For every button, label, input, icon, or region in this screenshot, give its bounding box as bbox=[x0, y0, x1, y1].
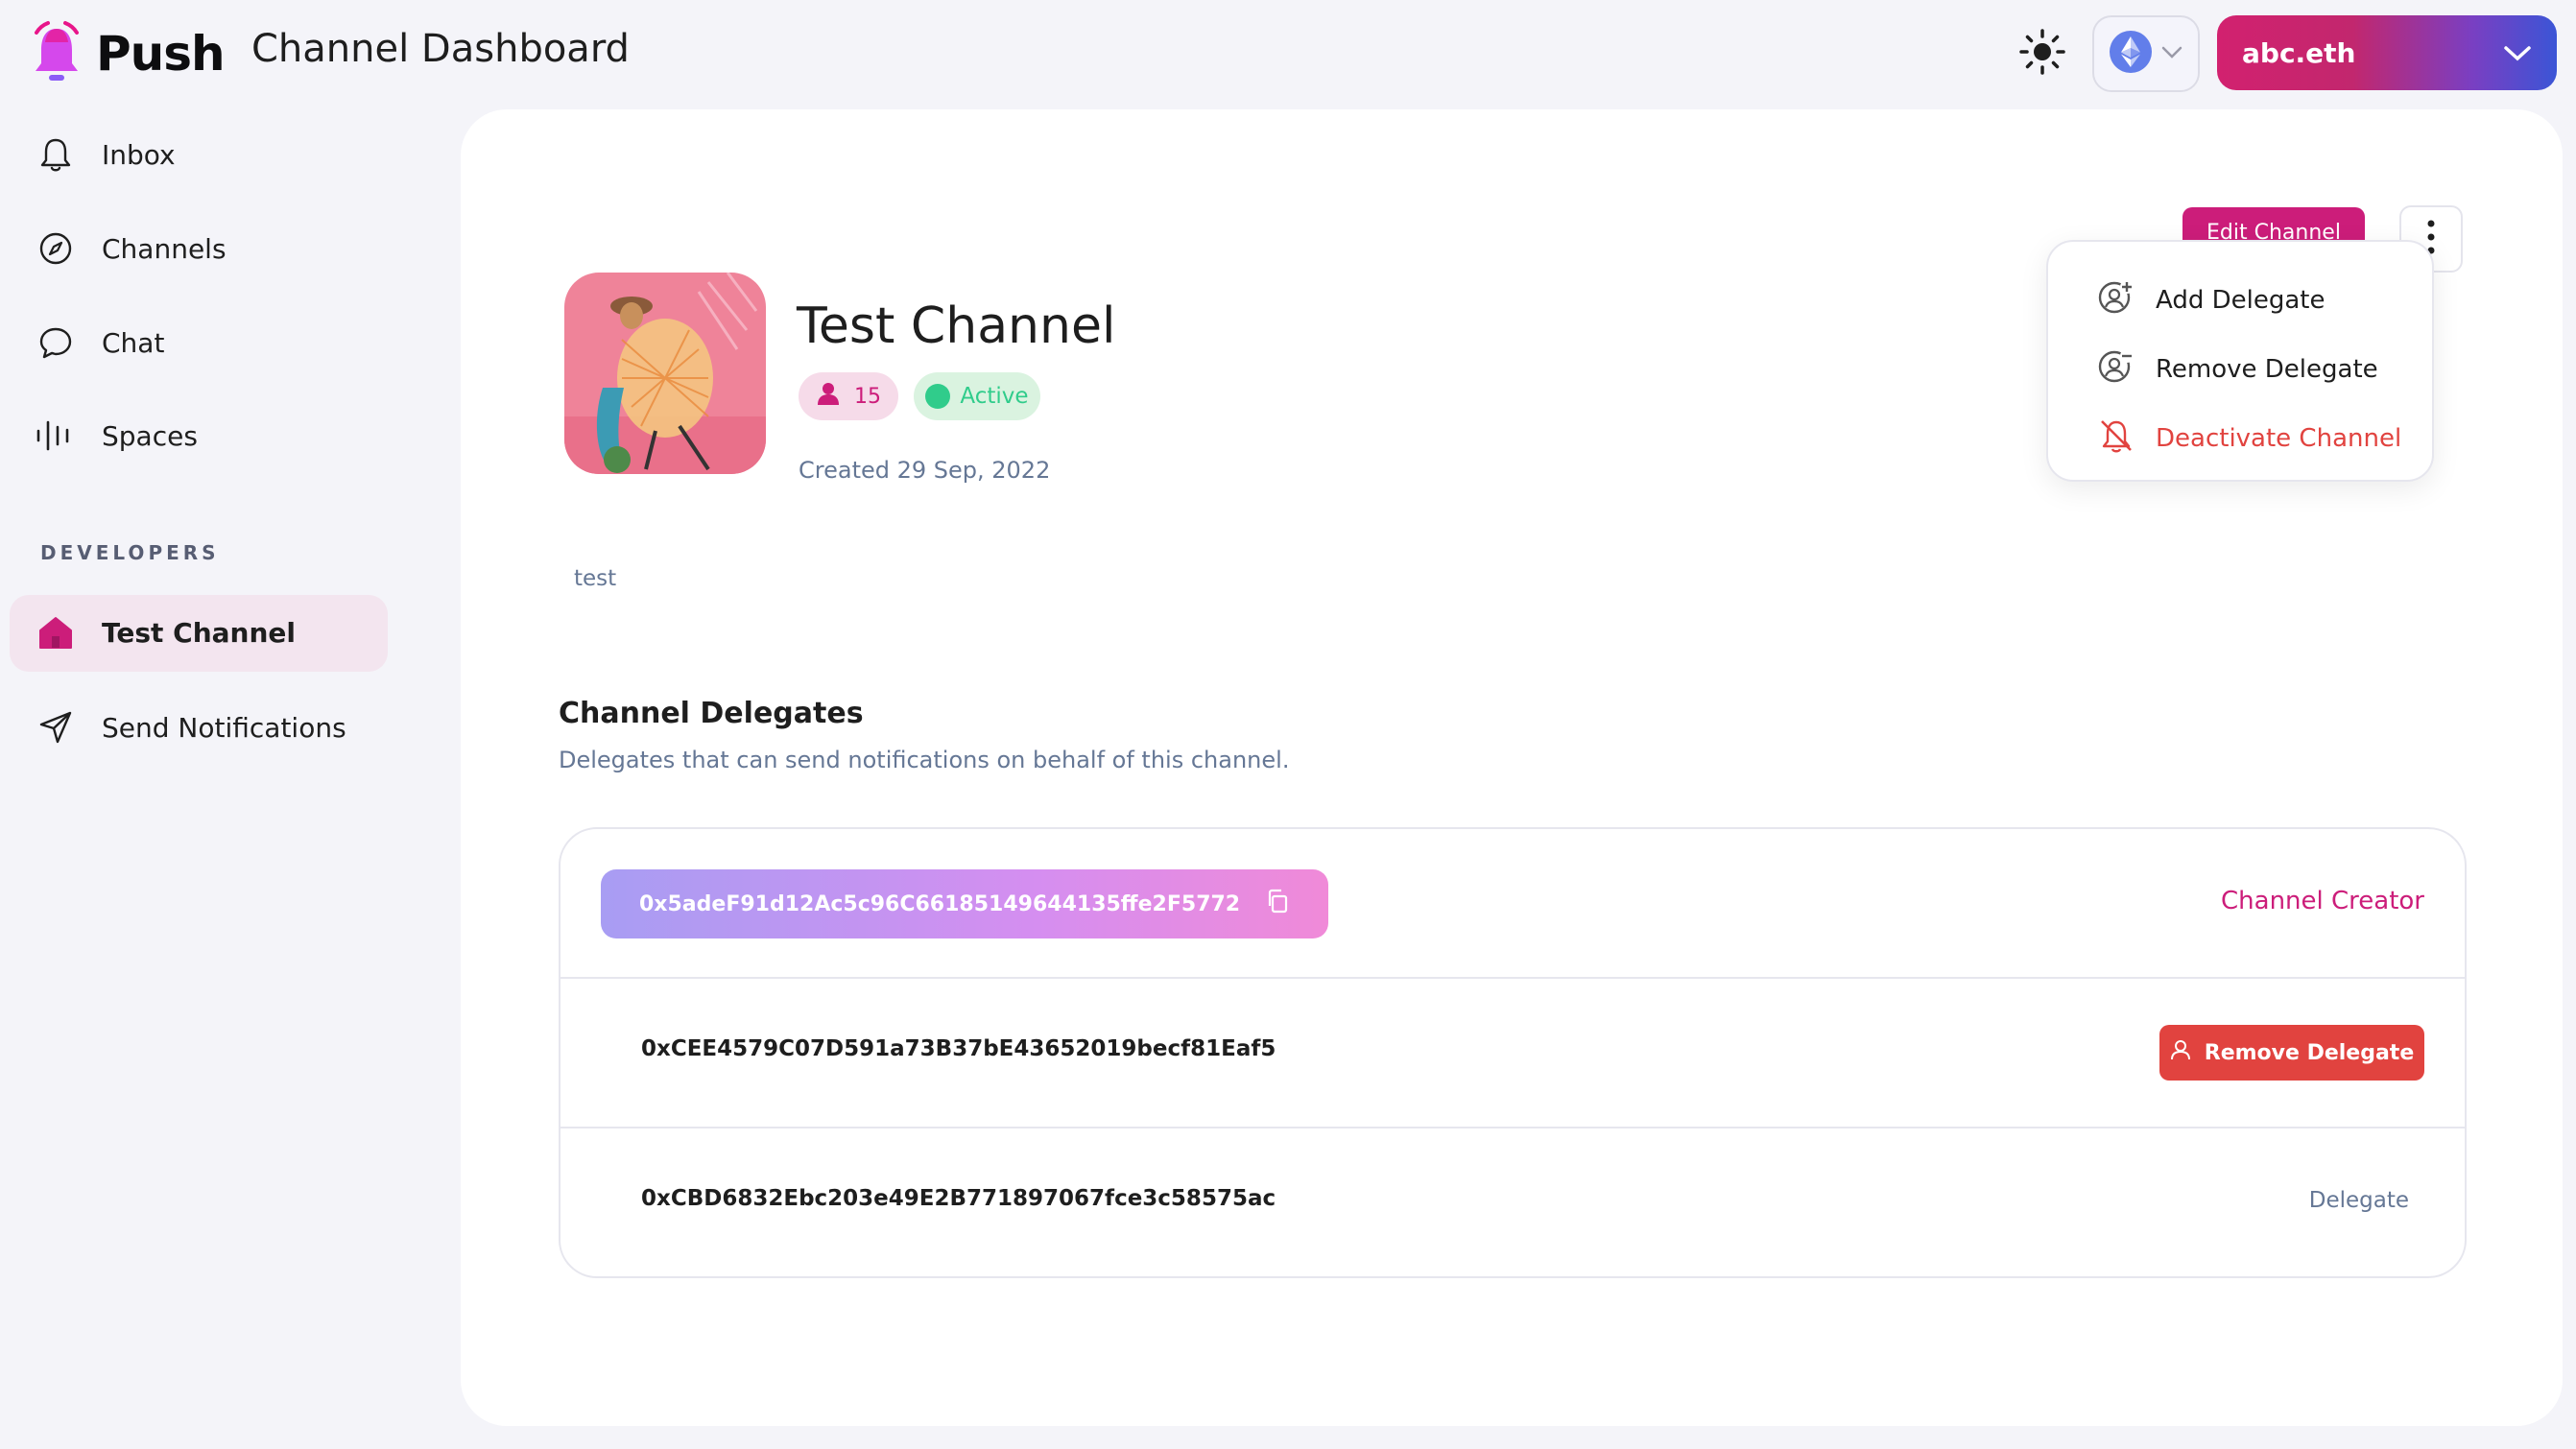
role-label: Delegate bbox=[2308, 1188, 2409, 1213]
table-row: 0xCBD6832Ebc203e49E2B771897067fce3c58575… bbox=[561, 1128, 2465, 1276]
delegates-subtitle: Delegates that can send notifications on… bbox=[559, 747, 1290, 773]
user-outline-icon bbox=[2170, 1039, 2191, 1066]
sidebar-item-label: Inbox bbox=[102, 138, 176, 171]
status-label: Active bbox=[960, 384, 1029, 409]
network-selector[interactable] bbox=[2092, 15, 2200, 92]
table-row: 0xCEE4579C07D591a73B37bE43652019becf81Ea… bbox=[561, 979, 2465, 1128]
delegate-address: 0xCBD6832Ebc203e49E2B771897067fce3c58575… bbox=[641, 1186, 1276, 1211]
remove-delegate-label: Remove Delegate bbox=[2204, 1040, 2415, 1065]
chevron-down-icon bbox=[2161, 45, 2182, 63]
sidebar-item-label: Test Channel bbox=[102, 616, 297, 649]
ethereum-icon bbox=[2110, 31, 2152, 77]
push-logo[interactable]: Push bbox=[29, 19, 226, 88]
subscriber-count-badge: 15 bbox=[799, 372, 898, 420]
home-icon bbox=[35, 611, 77, 653]
sidebar-item-chat[interactable]: Chat bbox=[35, 314, 164, 371]
remove-user-icon bbox=[2098, 348, 2135, 392]
delegate-address: 0xCEE4579C07D591a73B37bE43652019becf81Ea… bbox=[641, 1036, 1276, 1061]
delegate-address: 0x5adeF91d12Ac5c96C66185149644135ffe2F57… bbox=[639, 891, 1241, 916]
sidebar-item-spaces[interactable]: Spaces bbox=[35, 407, 198, 464]
menu-item-label: Add Delegate bbox=[2156, 286, 2326, 315]
sidebar-section-label: DEVELOPERS bbox=[40, 541, 220, 564]
audio-bars-icon bbox=[35, 415, 77, 457]
status-dot bbox=[925, 384, 951, 409]
sidebar-item-inbox[interactable]: Inbox bbox=[35, 126, 176, 183]
logo-text: Push bbox=[96, 26, 226, 82]
top-bar: Push Channel Dashboard abc.eth bbox=[0, 0, 2576, 106]
channel-options-menu: Add Delegate Remove Delegate Deactivate … bbox=[2046, 240, 2434, 482]
creator-address-chip[interactable]: 0x5adeF91d12Ac5c96C66185149644135ffe2F57… bbox=[601, 869, 1328, 938]
table-row: 0x5adeF91d12Ac5c96C66185149644135ffe2F57… bbox=[561, 829, 2465, 979]
copy-icon[interactable] bbox=[1265, 889, 1290, 919]
remove-delegate-button[interactable]: Remove Delegate bbox=[2159, 1025, 2424, 1081]
theme-toggle-button[interactable] bbox=[2015, 27, 2069, 81]
created-date: Created 29 Sep, 2022 bbox=[799, 457, 1051, 484]
bell-icon bbox=[35, 133, 77, 176]
chevron-down-icon bbox=[2503, 37, 2532, 69]
sidebar-item-label: Channels bbox=[102, 232, 227, 265]
page-title: Channel Dashboard bbox=[251, 27, 630, 71]
push-bell-logo-icon bbox=[29, 19, 84, 88]
chat-bubble-icon bbox=[35, 321, 77, 364]
menu-item-remove-delegate[interactable]: Remove Delegate bbox=[2098, 345, 2378, 393]
account-label: abc.eth bbox=[2242, 36, 2356, 69]
status-badge: Active bbox=[914, 372, 1040, 420]
sidebar-item-label: Spaces bbox=[102, 419, 198, 452]
compass-icon bbox=[35, 227, 77, 270]
sidebar-item-channels[interactable]: Channels bbox=[35, 220, 227, 277]
menu-item-label: Deactivate Channel bbox=[2156, 424, 2402, 453]
role-label: Channel Creator bbox=[2221, 887, 2424, 915]
user-icon bbox=[816, 381, 841, 412]
channel-image bbox=[564, 273, 766, 474]
subscriber-count: 15 bbox=[854, 384, 881, 409]
menu-item-deactivate-channel[interactable]: Deactivate Channel bbox=[2098, 415, 2401, 463]
bell-off-icon bbox=[2098, 417, 2135, 461]
channel-description: test bbox=[574, 566, 617, 591]
menu-item-label: Remove Delegate bbox=[2156, 355, 2378, 384]
delegates-list: 0x5adeF91d12Ac5c96C66185149644135ffe2F57… bbox=[559, 827, 2467, 1278]
sidebar-item-test-channel[interactable]: Test Channel bbox=[35, 604, 296, 661]
account-button[interactable]: abc.eth bbox=[2217, 15, 2557, 90]
channel-name: Test Channel bbox=[797, 297, 1116, 355]
sun-icon bbox=[2018, 28, 2066, 80]
sidebar-item-label: Chat bbox=[102, 326, 165, 359]
menu-item-add-delegate[interactable]: Add Delegate bbox=[2098, 276, 2325, 324]
delegates-title: Channel Delegates bbox=[559, 697, 864, 730]
sidebar-item-label: Send Notifications bbox=[102, 711, 346, 744]
sidebar bbox=[0, 106, 422, 1449]
add-user-icon bbox=[2098, 279, 2135, 322]
sidebar-item-send-notifications[interactable]: Send Notifications bbox=[35, 699, 346, 756]
send-icon bbox=[35, 706, 77, 748]
